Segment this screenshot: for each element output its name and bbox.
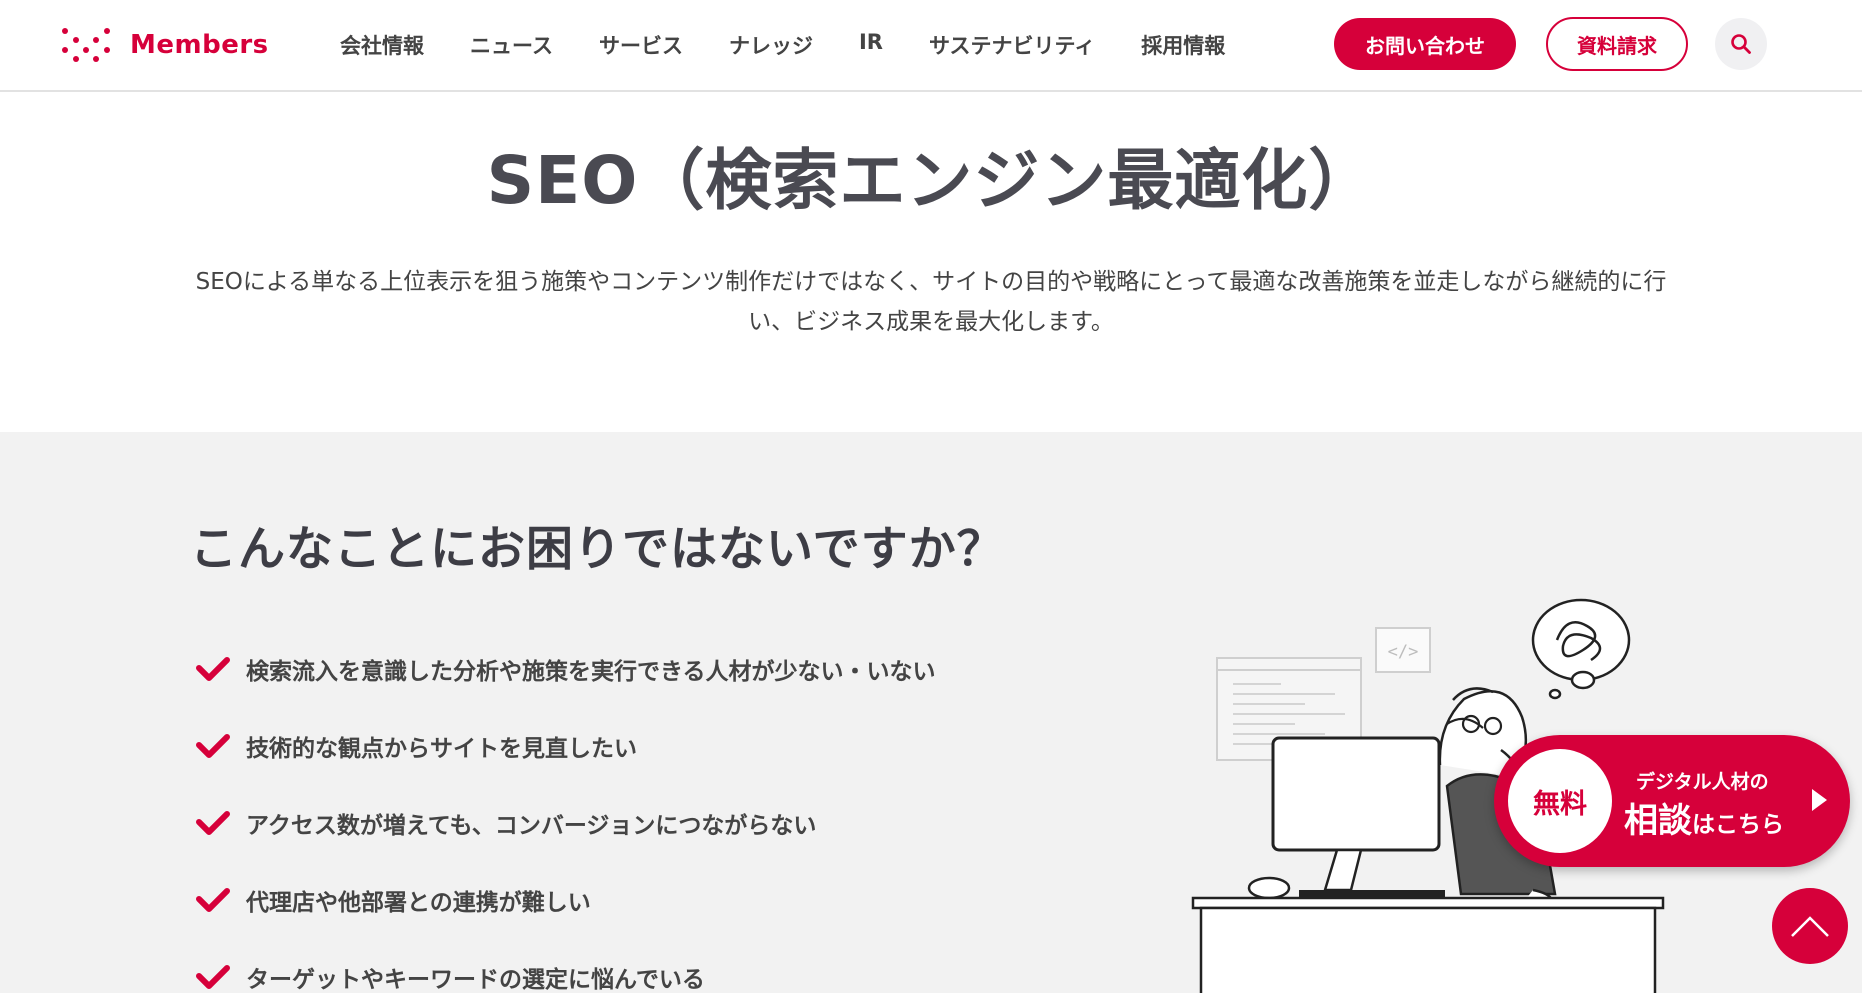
page-description: SEOによる単なる上位表示を狙う施策やコンテンツ制作だけではなく、サイトの目的や… bbox=[195, 269, 1667, 335]
list-item-text: ターゲットやキーワードの選定に悩んでいる bbox=[246, 966, 705, 993]
back-to-top-button[interactable] bbox=[1772, 888, 1848, 964]
global-nav: 会社情報 ニュース サービス ナレッジ IR サステナビリティ 採用情報 bbox=[340, 30, 1225, 60]
cta-heading-main: 相談 bbox=[1624, 801, 1692, 841]
list-item: ターゲットやキーワードの選定に悩んでいる bbox=[196, 938, 936, 993]
problem-list: 検索流入を意識した分析や施策を実行できる人材が少ない・いない 技術的な観点からサ… bbox=[196, 630, 936, 993]
cta-heading-sub: はこちら bbox=[1692, 812, 1784, 838]
check-icon bbox=[196, 810, 230, 835]
list-item: 技術的な観点からサイトを見直したい bbox=[196, 707, 936, 784]
list-item: 代理店や他部署との連携が難しい bbox=[196, 861, 936, 938]
check-icon bbox=[196, 733, 230, 758]
nav-item-services[interactable]: サービス bbox=[599, 30, 683, 60]
site-header: Members 会社情報 ニュース サービス ナレッジ IR サステナビリティ … bbox=[0, 0, 1862, 92]
problems-heading: こんなことにお困りではないですか？ bbox=[190, 522, 1005, 577]
list-item-text: 代理店や他部署との連携が難しい bbox=[246, 889, 591, 916]
page-title: SEO（検索エンジン最適化） bbox=[486, 142, 1376, 219]
nav-item-recruit[interactable]: 採用情報 bbox=[1141, 30, 1225, 60]
members-dot-logo-icon bbox=[60, 26, 112, 64]
nav-item-company[interactable]: 会社情報 bbox=[340, 30, 424, 60]
site-logo[interactable]: Members bbox=[60, 26, 269, 64]
cta-heading: 相談はこちら bbox=[1624, 793, 1784, 842]
search-icon bbox=[1731, 34, 1751, 54]
list-item: アクセス数が増えても、コンバージョンにつながらない bbox=[196, 784, 936, 861]
chevron-up-icon bbox=[1791, 916, 1829, 937]
check-icon bbox=[196, 964, 230, 989]
nav-item-sustainability[interactable]: サステナビリティ bbox=[929, 30, 1095, 60]
search-button[interactable] bbox=[1715, 18, 1767, 70]
check-icon bbox=[196, 656, 230, 681]
contact-button[interactable]: お問い合わせ bbox=[1334, 18, 1516, 70]
list-item-text: アクセス数が増えても、コンバージョンにつながらない bbox=[246, 812, 817, 839]
brand-name: Members bbox=[130, 30, 269, 60]
list-item-text: 検索流入を意識した分析や施策を実行できる人材が少ない・いない bbox=[246, 658, 936, 685]
svg-text:</>: </> bbox=[1388, 642, 1419, 662]
list-item: 検索流入を意識した分析や施策を実行できる人材が少ない・いない bbox=[196, 630, 936, 707]
play-arrow-icon bbox=[1812, 789, 1827, 811]
request-documents-button[interactable]: 資料請求 bbox=[1546, 17, 1688, 71]
free-badge: 無料 bbox=[1508, 749, 1612, 853]
check-icon bbox=[196, 887, 230, 912]
nav-item-ir[interactable]: IR bbox=[859, 30, 883, 60]
cta-subheading: デジタル人材の bbox=[1636, 771, 1769, 793]
free-consultation-cta-button[interactable]: 無料 デジタル人材の 相談はこちら bbox=[1494, 735, 1850, 867]
nav-item-knowledge[interactable]: ナレッジ bbox=[729, 30, 813, 60]
list-item-text: 技術的な観点からサイトを見直したい bbox=[246, 735, 637, 762]
nav-item-news[interactable]: ニュース bbox=[470, 30, 553, 60]
